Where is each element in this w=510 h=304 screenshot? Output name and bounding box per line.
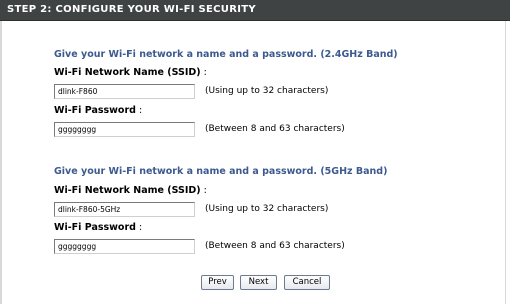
band-5-ssid-hint: (Using up to 32 characters)	[205, 204, 329, 214]
label-colon: :	[200, 185, 207, 196]
band-24-password-label-text: Wi-Fi Password	[54, 105, 136, 116]
band-5-heading: Give your Wi-Fi network a name and a pas…	[54, 166, 388, 177]
band-5-ssid-label-text: Wi-Fi Network Name (SSID)	[54, 185, 201, 196]
wizard-page: STEP 2: CONFIGURE YOUR WI-FI SECURITY Gi…	[0, 0, 510, 304]
band-5-password-hint: (Between 8 and 63 characters)	[205, 241, 345, 251]
band-5-password-label-text: Wi-Fi Password	[54, 222, 136, 233]
band-24-ssid-hint: (Using up to 32 characters)	[205, 86, 329, 96]
label-colon: :	[135, 222, 143, 233]
prev-button[interactable]: Prev	[201, 275, 234, 290]
band-5-password-label: Wi-Fi Password :	[54, 222, 142, 233]
band-24-ssid-label-text: Wi-Fi Network Name (SSID)	[54, 67, 201, 78]
right-border	[505, 21, 506, 304]
band-24-password-hint: (Between 8 and 63 characters)	[205, 124, 345, 134]
band-5-ssid-label: Wi-Fi Network Name (SSID) :	[54, 185, 207, 196]
left-border	[0, 21, 2, 304]
band-24-heading: Give your Wi-Fi network a name and a pas…	[54, 49, 398, 60]
label-colon: :	[200, 67, 207, 78]
band-5-password-input[interactable]: gggggggg	[54, 239, 195, 254]
next-button[interactable]: Next	[240, 275, 277, 290]
band-24-ssid-input[interactable]: dlink-F860	[54, 84, 195, 99]
cancel-button[interactable]: Cancel	[284, 275, 330, 290]
band-24-ssid-label: Wi-Fi Network Name (SSID) :	[54, 67, 207, 78]
step-header: STEP 2: CONFIGURE YOUR WI-FI SECURITY	[0, 0, 510, 21]
band-24-password-input[interactable]: gggggggg	[54, 122, 195, 137]
label-colon: :	[135, 105, 143, 116]
step-title: STEP 2: CONFIGURE YOUR WI-FI SECURITY	[7, 4, 256, 15]
band-5-ssid-input[interactable]: dlink-F860-5GHz	[54, 202, 195, 217]
band-24-password-label: Wi-Fi Password :	[54, 105, 142, 116]
